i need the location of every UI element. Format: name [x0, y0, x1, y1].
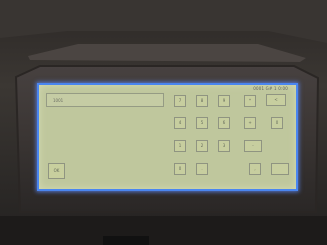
key-8[interactable]: 8	[196, 95, 208, 107]
upper-housing-lip	[28, 44, 306, 62]
key-minus[interactable]: -	[244, 140, 262, 152]
key-backspace[interactable]: <	[266, 94, 286, 106]
key-multiply[interactable]: *	[244, 95, 256, 107]
key-0[interactable]: 0	[174, 163, 186, 175]
key-7[interactable]: 7	[174, 95, 186, 107]
key-decimal[interactable]: .	[196, 163, 208, 175]
status-readout: 0001 G# 1 0:00	[253, 86, 288, 91]
key-enter[interactable]	[271, 163, 289, 175]
key-comma[interactable]: ,	[249, 163, 261, 175]
bottom-connector	[103, 236, 149, 245]
input-field[interactable]: 1001	[46, 93, 164, 107]
key-plus[interactable]: +	[244, 117, 256, 129]
key-1[interactable]: 1	[174, 140, 186, 152]
key-zero-right[interactable]: 0	[271, 117, 283, 129]
key-9[interactable]: 9	[218, 95, 230, 107]
bottom-base	[0, 216, 327, 245]
key-4[interactable]: 4	[174, 117, 186, 129]
key-2[interactable]: 2	[196, 140, 208, 152]
key-6[interactable]: 6	[218, 117, 230, 129]
ok-button[interactable]: OK	[48, 163, 65, 179]
key-3[interactable]: 3	[218, 140, 230, 152]
key-5[interactable]: 5	[196, 117, 208, 129]
lcd-screen: 0001 G# 1 0:00 1001 7 8 9 * < 4 5 6 + 0 …	[39, 85, 296, 189]
